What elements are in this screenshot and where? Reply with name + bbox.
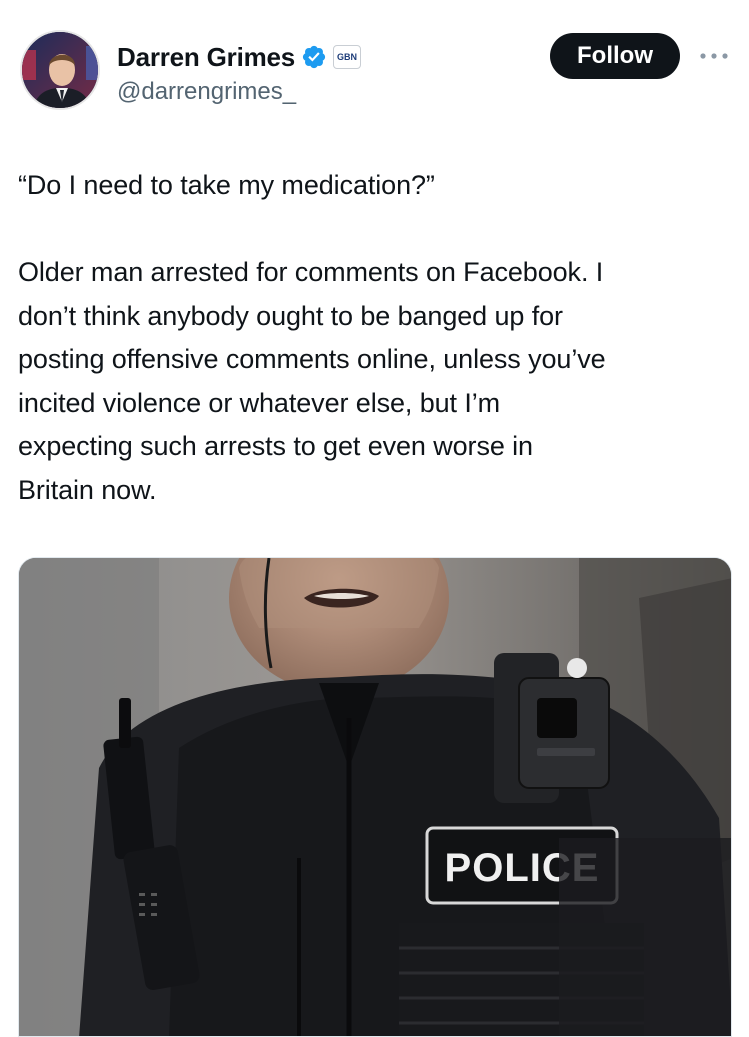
author-info: Darren Grimes GBN @darrengrimes_ (117, 40, 362, 106)
affiliate-badge-icon[interactable]: GBN (333, 45, 362, 69)
affiliate-badge-text: GBN (337, 52, 358, 62)
more-options-icon[interactable] (697, 44, 731, 68)
author-handle[interactable]: @darrengrimes_ (117, 78, 361, 106)
author-name-row: Darren Grimes GBN (117, 40, 362, 74)
author-avatar[interactable] (20, 30, 100, 110)
follow-button[interactable]: Follow (550, 33, 680, 79)
tweet-header: Darren Grimes GBN @darrengrimes_ Follow (20, 30, 730, 120)
author-display-name[interactable]: Darren Grimes (117, 42, 295, 73)
tweet-body: Older man arrested for comments on Faceb… (18, 257, 606, 505)
verified-badge-icon[interactable] (301, 44, 327, 70)
tweet-quote: “Do I need to take my medication?” (18, 170, 435, 200)
tweet-text: “Do I need to take my medication?” Older… (18, 164, 730, 512)
tweet-media-image[interactable]: 5271 POLICE (18, 557, 732, 1037)
